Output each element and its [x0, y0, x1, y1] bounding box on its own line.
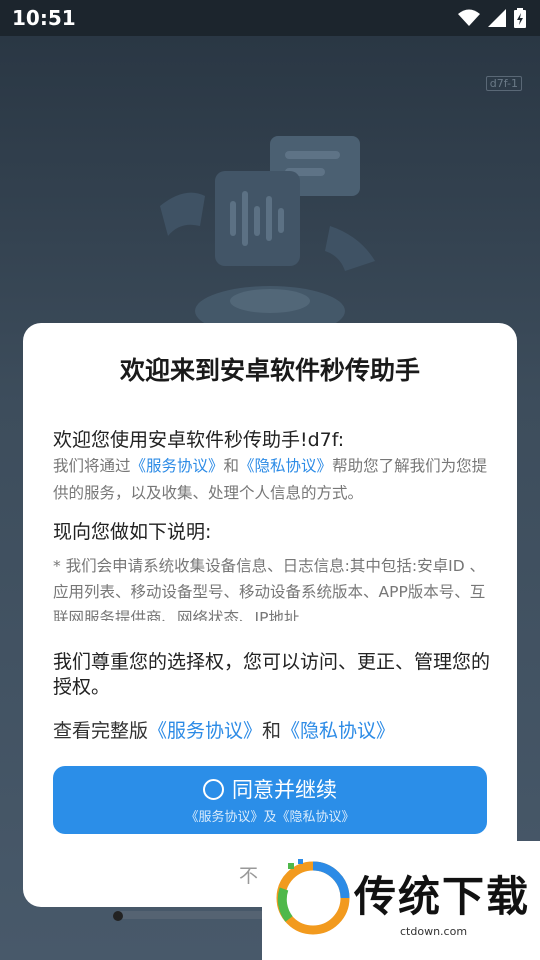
- explain-heading: 现向您做如下说明:: [53, 521, 212, 543]
- watermark-logo-block: 传统下载 ctdown.com: [262, 841, 540, 960]
- privacy-dialog: 欢迎来到安卓软件秒传助手 欢迎您使用安卓软件秒传助手!d7f: 我们将通过《服务…: [23, 323, 517, 907]
- version-tag: d7f-1: [485, 76, 522, 91]
- view-full-and: 和: [262, 720, 282, 742]
- service-agreement-link[interactable]: 《服务协议》: [131, 457, 224, 475]
- agree-subtext: 《服务协议》及《隐私协议》: [185, 810, 355, 825]
- welcome-text: 欢迎您使用安卓软件秒传助手!d7f:: [53, 429, 345, 451]
- privacy-agreement-link[interactable]: 《隐私协议》: [239, 457, 332, 475]
- respect-text: 我们尊重您的选择权，您可以访问、更正、管理您的授权。: [53, 651, 491, 698]
- status-icons: [458, 8, 526, 28]
- agree-main: 同意并继续: [53, 774, 487, 804]
- wifi-icon: [458, 9, 480, 26]
- agree-continue-button[interactable]: 同意并继续 《服务协议》及《隐私协议》: [53, 766, 487, 834]
- intro-paragraph: 我们将通过《服务协议》和《隐私协议》帮助您了解我们为您提供的服务，以及收集、处理…: [53, 453, 493, 507]
- progress-dot: [113, 911, 123, 921]
- intro-pre: 我们将通过: [53, 457, 131, 475]
- radio-circle-icon: [203, 778, 224, 800]
- info-text: * 我们会申请系统收集设备信息、日志信息:其中包括:安卓ID 、应用列表、移动设…: [53, 557, 486, 621]
- status-bar: 10:51: [0, 0, 540, 36]
- watermark-name: 传统下载: [354, 872, 531, 921]
- progress-track: [115, 911, 265, 919]
- full-privacy-link[interactable]: 《隐私协议》: [281, 720, 395, 742]
- signal-icon: [488, 9, 506, 27]
- view-full-pre: 查看完整版: [53, 720, 149, 742]
- dialog-title: 欢迎来到安卓软件秒传助手: [119, 356, 420, 385]
- info-scroll-area[interactable]: * 我们会申请系统收集设备信息、日志信息:其中包括:安卓ID 、应用列表、移动设…: [53, 553, 493, 621]
- agree-label: 同意并继续: [232, 778, 337, 802]
- ctdown-logo-icon: [276, 859, 350, 935]
- status-time: 10:51: [12, 6, 76, 30]
- battery-icon: [514, 8, 526, 28]
- disagree-button[interactable]: 不: [239, 861, 258, 888]
- watermark-url: ctdown.com: [400, 925, 468, 938]
- intro-and: 和: [223, 457, 240, 475]
- full-service-link[interactable]: 《服务协议》: [148, 720, 262, 742]
- view-full-line: 查看完整版《服务协议》和《隐私协议》: [53, 716, 395, 743]
